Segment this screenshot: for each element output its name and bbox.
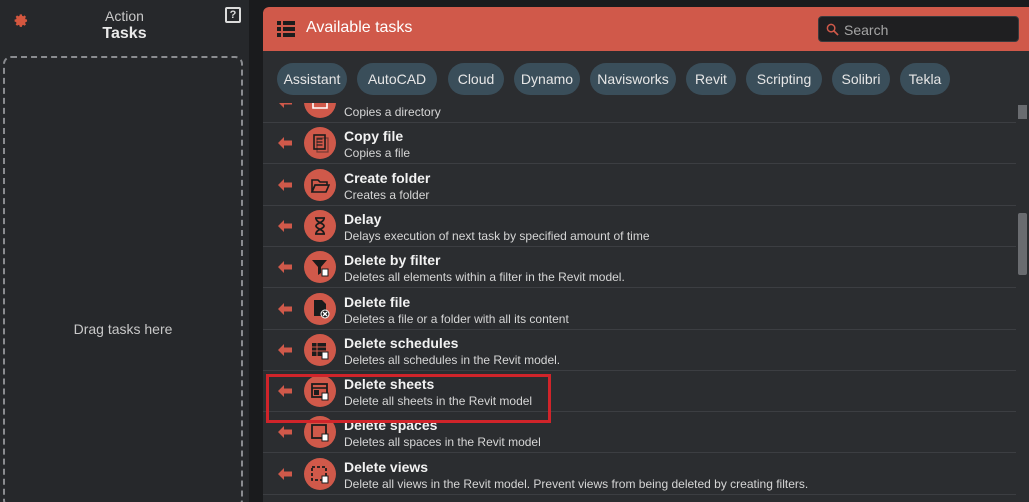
action-tasks-header: Action Tasks ? (0, 0, 249, 50)
task-title: Delete sheets (344, 376, 435, 393)
task-row-delete-spaces[interactable]: Delete spaces Deletes all spaces in the R… (263, 412, 1016, 454)
file-delete-icon (304, 292, 336, 325)
action-tasks-panel: Action Tasks ? Drag tasks here (0, 0, 249, 502)
add-task-arrow-icon[interactable] (278, 426, 292, 439)
add-task-arrow-icon[interactable] (278, 103, 292, 108)
filter-chip-navisworks[interactable]: Navisworks (590, 63, 676, 95)
task-title: Delete spaces (344, 417, 438, 434)
task-title: Copy file (344, 128, 404, 145)
scroll-thumb[interactable] (1018, 213, 1027, 275)
filter-chip-scripting[interactable]: Scripting (746, 63, 822, 95)
task-row-delay[interactable]: Delay Delays execution of next task by sp… (263, 206, 1016, 247)
task-title: Delete views (344, 458, 429, 475)
task-row-delete-schedules[interactable]: Delete schedules Deletes all schedules in… (263, 330, 1016, 371)
add-task-arrow-icon[interactable] (278, 137, 292, 150)
filter-chip-tekla[interactable]: Tekla (900, 63, 950, 95)
filter-chip-dynamo[interactable]: Dynamo (514, 63, 580, 95)
add-task-arrow-icon[interactable] (278, 343, 292, 356)
add-task-arrow-icon[interactable] (278, 385, 292, 398)
task-description: Deletes all spaces in the Revit model (344, 435, 541, 450)
add-task-arrow-icon[interactable] (278, 178, 292, 191)
task-description: Delays execution of next task by specifi… (344, 228, 650, 243)
task-title: Delete file (344, 293, 411, 310)
add-task-arrow-icon[interactable] (278, 219, 292, 232)
available-tasks-header: Available tasks (263, 7, 1029, 51)
task-description: Deletes a file or a folder with all its … (344, 311, 569, 326)
task-title: Create folder (344, 169, 431, 186)
search-input[interactable] (844, 20, 1014, 40)
panel-title: Action Tasks (0, 8, 249, 43)
drop-zone[interactable]: Drag tasks here (3, 56, 243, 502)
task-row-copy-file[interactable]: Copy file Copies a file (263, 123, 1016, 165)
view-delete-icon (304, 457, 336, 490)
task-description: Deletes all schedules in the Revit model… (344, 352, 561, 367)
available-tasks-title: Available tasks (306, 19, 413, 36)
task-description: Delete all sheets in the Revit model (344, 394, 533, 409)
filter-delete-icon (304, 251, 336, 284)
folder-open-icon (304, 168, 336, 201)
scrollbar[interactable] (1016, 103, 1029, 502)
task-title: Delay (344, 210, 382, 227)
task-row-delete-sheets[interactable]: Delete sheets Delete all sheets in the Re… (263, 371, 1016, 413)
filter-chip-solibri[interactable]: Solibri (832, 63, 890, 95)
task-row-delete-by-filter[interactable]: Delete by filter Deletes all elements wit… (263, 247, 1016, 289)
hourglass-icon (304, 209, 336, 242)
task-row-create-folder[interactable]: Create folder Creates a folder (263, 165, 1016, 206)
task-description: Copies a directory (344, 105, 441, 119)
task-row-delete-views[interactable]: Delete views Delete all views in the Revi… (263, 454, 1016, 495)
panel-title-main: Tasks (102, 25, 147, 42)
panel-title-sup: Action (105, 8, 144, 24)
sheet-delete-icon (304, 375, 336, 408)
task-title: Delete by filter (344, 252, 441, 269)
filter-chip-revit[interactable]: Revit (686, 63, 736, 95)
scroll-up-button[interactable] (1018, 105, 1027, 119)
task-description: Deletes all elements within a filter in … (344, 270, 625, 285)
list-icon (277, 21, 295, 37)
help-icon[interactable]: ? (225, 7, 241, 23)
task-description: Copies a file (344, 146, 411, 161)
copy-file-icon (304, 127, 336, 160)
available-tasks-panel: Available tasks Assistant AutoCAD Cloud Dyn… (263, 7, 1029, 502)
filter-chip-cloud[interactable]: Cloud (448, 63, 504, 95)
filter-chip-assistant[interactable]: Assistant (277, 63, 347, 95)
task-description: Creates a folder (344, 187, 430, 202)
task-title: Delete schedules (344, 334, 459, 351)
copy-folder-icon (304, 103, 336, 118)
task-description: Delete all views in the Revit model. Pre… (344, 476, 809, 491)
add-task-arrow-icon[interactable] (278, 467, 292, 480)
add-task-arrow-icon[interactable] (278, 261, 292, 274)
add-task-arrow-icon[interactable] (278, 302, 292, 315)
filter-chip-autocad[interactable]: AutoCAD (357, 63, 437, 95)
task-row-copy-directory[interactable]: Copy directoryCopies a directory (263, 103, 1016, 123)
task-list: Copy directoryCopies a directoryCopy fil… (263, 103, 1029, 502)
drop-zone-label: Drag tasks here (73, 321, 173, 337)
search-icon (826, 23, 839, 36)
space-delete-icon (304, 416, 336, 449)
schedule-delete-icon (304, 333, 336, 366)
search-box[interactable] (818, 16, 1019, 42)
task-row-delete-file[interactable]: Delete file Deletes a file or a folder wi… (263, 289, 1016, 330)
